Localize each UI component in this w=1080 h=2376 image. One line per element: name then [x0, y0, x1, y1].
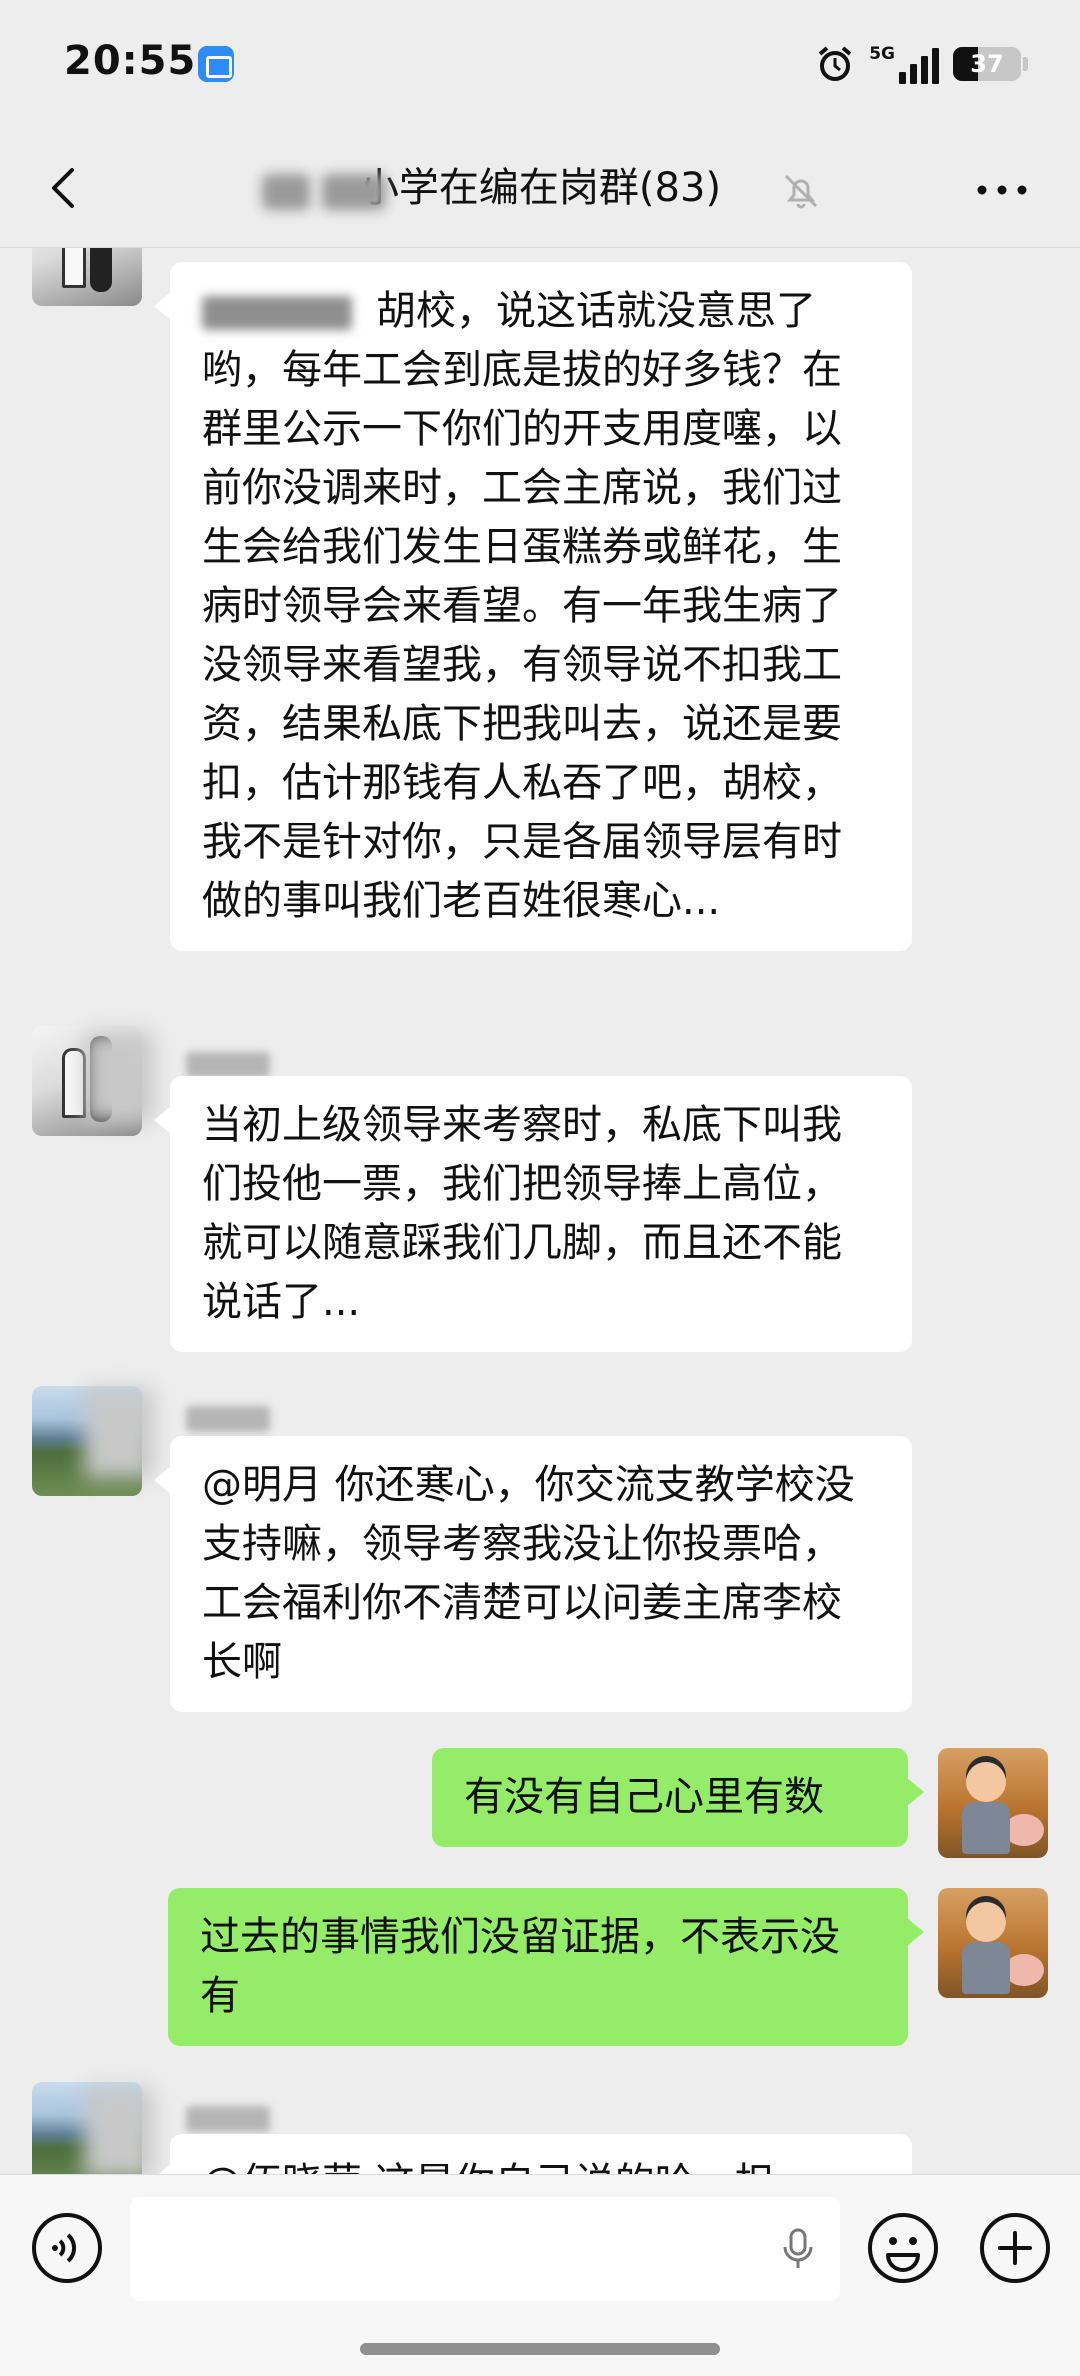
status-bar: 20:55 5G 37 — [0, 0, 1080, 130]
message-bubble-incoming[interactable]: 当初上级领导来考察时，私底下叫我们投他一票，我们把领导捧上高位，就可以随意踩我们… — [154, 1076, 912, 1352]
status-time: 20:55 — [64, 38, 197, 84]
message-text: 过去的事情我们没留证据，不表示没有 — [200, 1914, 840, 2019]
chat-message-list[interactable]: 胡校，说这话就没意思了哟，每年工会到底是拔的好多钱？在群里公示一下你们的开支用度… — [0, 248, 1080, 2174]
avatar-redaction-blur — [84, 2088, 154, 2174]
alarm-clock-icon — [818, 46, 852, 81]
pig-figure — [1004, 1814, 1044, 1846]
network-type-label: 5G — [869, 44, 895, 64]
message-bubble-outgoing[interactable]: 过去的事情我们没留证据，不表示没有 — [168, 1888, 924, 2046]
message-text: 胡校，说这话就没意思了哟，每年工会到底是拔的好多钱？在群里公示一下你们的开支用度… — [202, 288, 842, 924]
pig-figure — [1004, 1954, 1044, 1986]
title-redaction-blur — [262, 174, 310, 210]
emoji-icon[interactable] — [866, 2211, 940, 2285]
message-text-field[interactable] — [130, 2197, 840, 2301]
plus-icon[interactable] — [978, 2211, 1052, 2285]
message-bubble-incoming[interactable]: 胡校，说这话就没意思了哟，每年工会到底是拔的好多钱？在群里公示一下你们的开支用度… — [154, 262, 912, 951]
battery-icon: 37 — [953, 47, 1021, 81]
voice-toggle-icon[interactable] — [30, 2211, 104, 2285]
avatar-redaction-blur — [84, 1032, 154, 1122]
status-indicators: 5G 37 — [815, 40, 1028, 88]
battery-level-text: 37 — [970, 50, 1004, 78]
sender-avatar[interactable] — [32, 248, 142, 306]
message-text: 有没有自己心里有数 — [464, 1774, 824, 1820]
message-bubble-incoming[interactable]: @伍晓荣 这是你自己说的哈，担 — [154, 2134, 912, 2174]
title-redaction-blur — [322, 174, 386, 210]
home-indicator[interactable] — [360, 2343, 720, 2355]
cellular-signal-icon: 5G — [869, 44, 939, 84]
message-text: @伍晓荣 这是你自己说的哈，担 — [202, 2160, 775, 2174]
sender-name-blur — [186, 1052, 270, 1078]
message-bubble-outgoing[interactable]: 有没有自己心里有数 — [432, 1748, 924, 1847]
microphone-icon[interactable] — [778, 2227, 818, 2271]
more-dots-icon[interactable] — [972, 170, 1032, 210]
message-text: 当初上级领导来考察时，私底下叫我们投他一票，我们把领导捧上高位，就可以随意踩我们… — [202, 1102, 842, 1325]
message-input-bar — [0, 2174, 1080, 2376]
sender-name-blur — [186, 2106, 270, 2132]
chat-header: 小学在编在岗群(83) — [0, 130, 1080, 248]
message-bubble-incoming[interactable]: @明月 你还寒心，你交流支教学校没支持嘛，领导考察我没让你投票哈，工会福利你不清… — [154, 1436, 912, 1712]
message-text: @明月 你还寒心，你交流支教学校没支持嘛，领导考察我没让你投票哈，工会福利你不清… — [202, 1462, 855, 1685]
battery-terminal — [1023, 57, 1028, 71]
chat-title: 小学在编在岗群(83) — [358, 165, 722, 211]
sender-name-blur — [186, 1406, 270, 1432]
my-avatar[interactable] — [938, 1888, 1048, 1998]
mention-redaction-blur — [202, 296, 352, 330]
notification-app-icon — [198, 46, 234, 82]
bell-muted-icon — [784, 174, 818, 209]
my-avatar[interactable] — [938, 1748, 1048, 1858]
avatar-redaction-blur — [84, 1388, 154, 1478]
